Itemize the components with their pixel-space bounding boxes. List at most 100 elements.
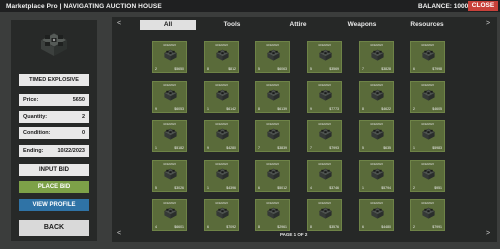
listing-card[interactable]: 10/22/2023 7 $3839	[255, 120, 290, 152]
condition-value: 0	[81, 130, 85, 136]
listing-date: 10/22/2023	[266, 83, 279, 87]
timed-explosive-thumb-icon	[318, 206, 333, 221]
place-bid-button[interactable]: PLACE BID	[19, 181, 89, 193]
listing-quantity: 9	[207, 146, 209, 150]
listing-quantity: 1	[362, 186, 364, 190]
listing-price: $3828	[381, 67, 391, 71]
listing-card[interactable]: 10/22/2023 8 $4622	[359, 81, 394, 113]
listing-quantity: 5	[258, 67, 260, 71]
listing-date: 10/22/2023	[215, 122, 228, 126]
listing-card[interactable]: 10/22/2023 1 $5182	[152, 120, 187, 152]
listing-price: $5983	[432, 146, 442, 150]
timed-explosive-thumb-icon	[370, 127, 385, 142]
listing-card[interactable]: 10/22/2023 5 $635	[359, 120, 394, 152]
listing-card[interactable]: 10/22/2023 2 $4605	[410, 81, 445, 113]
condition-label: Condition:	[23, 130, 51, 136]
timed-explosive-thumb-icon	[421, 48, 436, 63]
title-bar: Marketplace Pro | NAVIGATING AUCTION HOU…	[0, 0, 500, 12]
timed-explosive-thumb-icon	[266, 48, 281, 63]
listing-card[interactable]: 10/22/2023 8 $2961	[255, 199, 290, 231]
listing-card[interactable]: 10/22/2023 6 $7998	[410, 41, 445, 73]
timed-explosive-thumb-icon	[163, 167, 178, 182]
quantity-label: Quantity:	[23, 114, 48, 120]
tab-all[interactable]: All	[140, 20, 196, 30]
auction-grid-panel: < All Tools Attire Weapons Resources > 1…	[112, 17, 497, 242]
listing-card[interactable]: 10/22/2023 5 $3569	[307, 41, 342, 73]
listing-price: $6139	[277, 107, 287, 111]
listing-date: 10/22/2023	[266, 122, 279, 126]
listing-date: 10/22/2023	[421, 83, 434, 87]
listing-price: $4480	[381, 225, 391, 229]
listing-card[interactable]: 10/22/2023 7 $3828	[359, 41, 394, 73]
listing-price: $5182	[174, 146, 184, 150]
listing-card[interactable]: 10/22/2023 8 $812	[204, 41, 239, 73]
listing-card[interactable]: 10/22/2023 4 $3746	[307, 160, 342, 192]
listing-quantity: 8	[207, 67, 209, 71]
listing-quantity: 8	[362, 107, 364, 111]
listing-date: 10/22/2023	[318, 122, 331, 126]
listing-card[interactable]: 10/22/2023 9 $4280	[204, 120, 239, 152]
listing-card[interactable]: 10/22/2023 8 $6139	[255, 81, 290, 113]
listing-price: $7998	[432, 67, 442, 71]
tab-prev-arrow[interactable]: <	[117, 20, 121, 27]
listing-quantity: 1	[155, 146, 157, 150]
listing-price: $6063	[277, 67, 287, 71]
listing-card[interactable]: 10/22/2023 4 $6601	[152, 199, 187, 231]
listing-card[interactable]: 10/22/2023 1 $5983	[410, 120, 445, 152]
listing-date: 10/22/2023	[163, 162, 176, 166]
tab-resources[interactable]: Resources	[399, 20, 455, 30]
listing-card[interactable]: 10/22/2023 7 $7993	[307, 120, 342, 152]
listing-price: $3746	[329, 186, 339, 190]
close-button[interactable]: CLOSE	[468, 1, 498, 11]
timed-explosive-thumb-icon	[266, 88, 281, 103]
listing-card[interactable]: 10/22/2023 5 $3026	[152, 160, 187, 192]
listing-date: 10/22/2023	[266, 43, 279, 47]
listing-price: $4396	[226, 186, 236, 190]
listing-card[interactable]: 10/22/2023 6 $7092	[204, 199, 239, 231]
listing-card[interactable]: 10/22/2023 9 $7773	[307, 81, 342, 113]
tab-attire[interactable]: Attire	[270, 20, 326, 30]
listing-quantity: 5	[155, 186, 157, 190]
listing-card[interactable]: 10/22/2023 1 $5794	[359, 160, 394, 192]
listing-card[interactable]: 10/22/2023 2 $5650	[152, 41, 187, 73]
listing-date: 10/22/2023	[266, 201, 279, 205]
page-next-arrow[interactable]: >	[486, 230, 490, 237]
listing-price: $4280	[226, 146, 236, 150]
tab-tools[interactable]: Tools	[204, 20, 260, 30]
input-bid-field[interactable]: INPUT BID	[19, 164, 89, 176]
listing-date: 10/22/2023	[370, 122, 383, 126]
listing-card[interactable]: 10/22/2023 5 $6063	[255, 41, 290, 73]
timed-explosive-thumb-icon	[163, 88, 178, 103]
listing-card[interactable]: 10/22/2023 8 $3576	[307, 199, 342, 231]
listing-date: 10/22/2023	[318, 83, 331, 87]
tab-weapons[interactable]: Weapons	[334, 20, 390, 30]
timed-explosive-thumb-icon	[318, 167, 333, 182]
listing-date: 10/22/2023	[163, 43, 176, 47]
listing-date: 10/22/2023	[163, 83, 176, 87]
listing-card[interactable]: 10/22/2023 1 $6142	[204, 81, 239, 113]
listing-date: 10/22/2023	[318, 43, 331, 47]
timed-explosive-thumb-icon	[163, 127, 178, 142]
listing-card[interactable]: 10/22/2023 2 $7991	[410, 199, 445, 231]
listing-date: 10/22/2023	[421, 162, 434, 166]
timed-explosive-thumb-icon	[163, 48, 178, 63]
listing-card[interactable]: 10/22/2023 6 $4480	[359, 199, 394, 231]
quantity-field: Quantity: 2	[19, 111, 89, 123]
listing-price: $3576	[329, 225, 339, 229]
tab-next-arrow[interactable]: >	[486, 20, 490, 27]
price-label: Price:	[23, 97, 39, 103]
back-button[interactable]: BACK	[19, 220, 89, 236]
listing-card[interactable]: 10/22/2023 1 $4396	[204, 160, 239, 192]
view-profile-button[interactable]: VIEW PROFILE	[19, 199, 89, 211]
listing-price: $7991	[432, 225, 442, 229]
listing-date: 10/22/2023	[421, 201, 434, 205]
listing-date: 10/22/2023	[318, 162, 331, 166]
listing-card[interactable]: 10/22/2023 2 $951	[410, 160, 445, 192]
listing-card[interactable]: 10/22/2023 6 $5012	[255, 160, 290, 192]
listing-card[interactable]: 10/22/2023 9 $6053	[152, 81, 187, 113]
page-prev-arrow[interactable]: <	[117, 230, 121, 237]
listing-quantity: 4	[310, 186, 312, 190]
quantity-value: 2	[81, 114, 85, 120]
listing-quantity: 9	[155, 107, 157, 111]
timed-explosive-thumb-icon	[215, 167, 230, 182]
